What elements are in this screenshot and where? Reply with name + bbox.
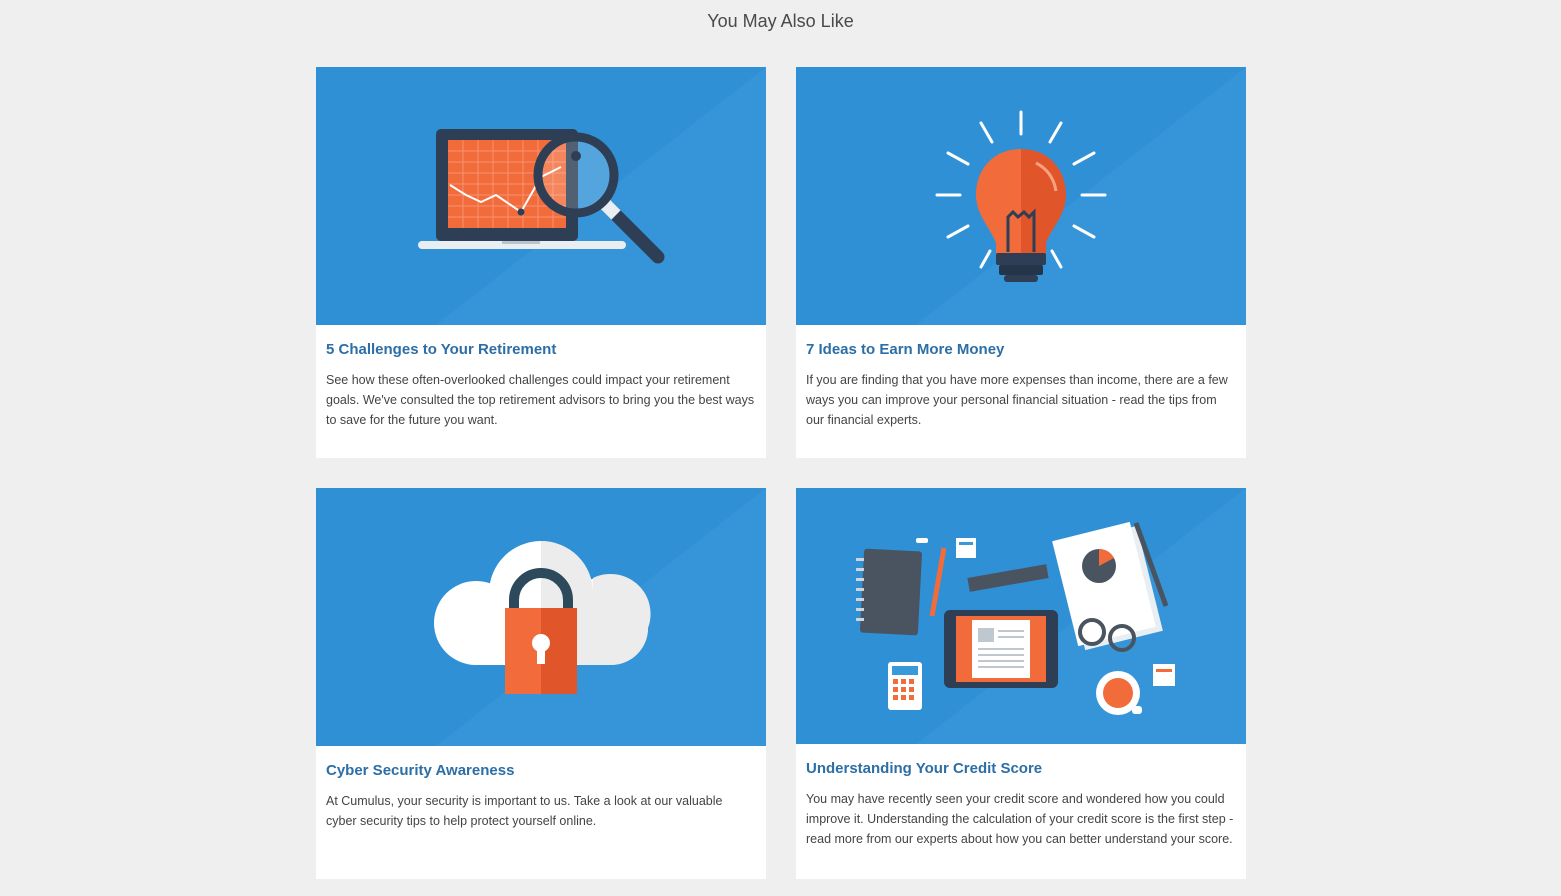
article-image-credit-score[interactable] <box>796 488 1246 744</box>
article-image-cyber-security[interactable] <box>316 488 766 746</box>
article-title-earn-money[interactable]: 7 Ideas to Earn More Money <box>796 340 1246 360</box>
article-description-earn-money: If you are finding that you have more ex… <box>806 373 1228 427</box>
article-title-credit-score[interactable]: Understanding Your Credit Score <box>796 759 1246 779</box>
section-title: You May Also Like <box>707 11 854 31</box>
laptop-chart-magnifier-icon <box>316 67 766 325</box>
article-image-retirement[interactable] <box>316 67 766 325</box>
article-card-retirement: 5 Challenges to Your Retirement See how … <box>316 67 766 458</box>
article-image-earn-money[interactable] <box>796 67 1246 325</box>
article-description-cyber-security: At Cumulus, your security is important t… <box>326 794 723 828</box>
article-card-credit-score: Understanding Your Credit Score You may … <box>796 488 1246 879</box>
cloud-lock-icon <box>316 488 766 746</box>
desk-items-icon <box>796 488 1246 744</box>
article-card-earn-money: 7 Ideas to Earn More Money If you are fi… <box>796 67 1246 458</box>
article-card-cyber-security: Cyber Security Awareness At Cumulus, you… <box>316 488 766 879</box>
article-title-retirement[interactable]: 5 Challenges to Your Retirement <box>316 340 766 360</box>
article-description-retirement: See how these often-overlooked challenge… <box>326 373 755 427</box>
lightbulb-icon <box>796 67 1246 325</box>
article-description-credit-score: You may have recently seen your credit s… <box>806 792 1234 846</box>
article-title-cyber-security[interactable]: Cyber Security Awareness <box>316 761 766 781</box>
